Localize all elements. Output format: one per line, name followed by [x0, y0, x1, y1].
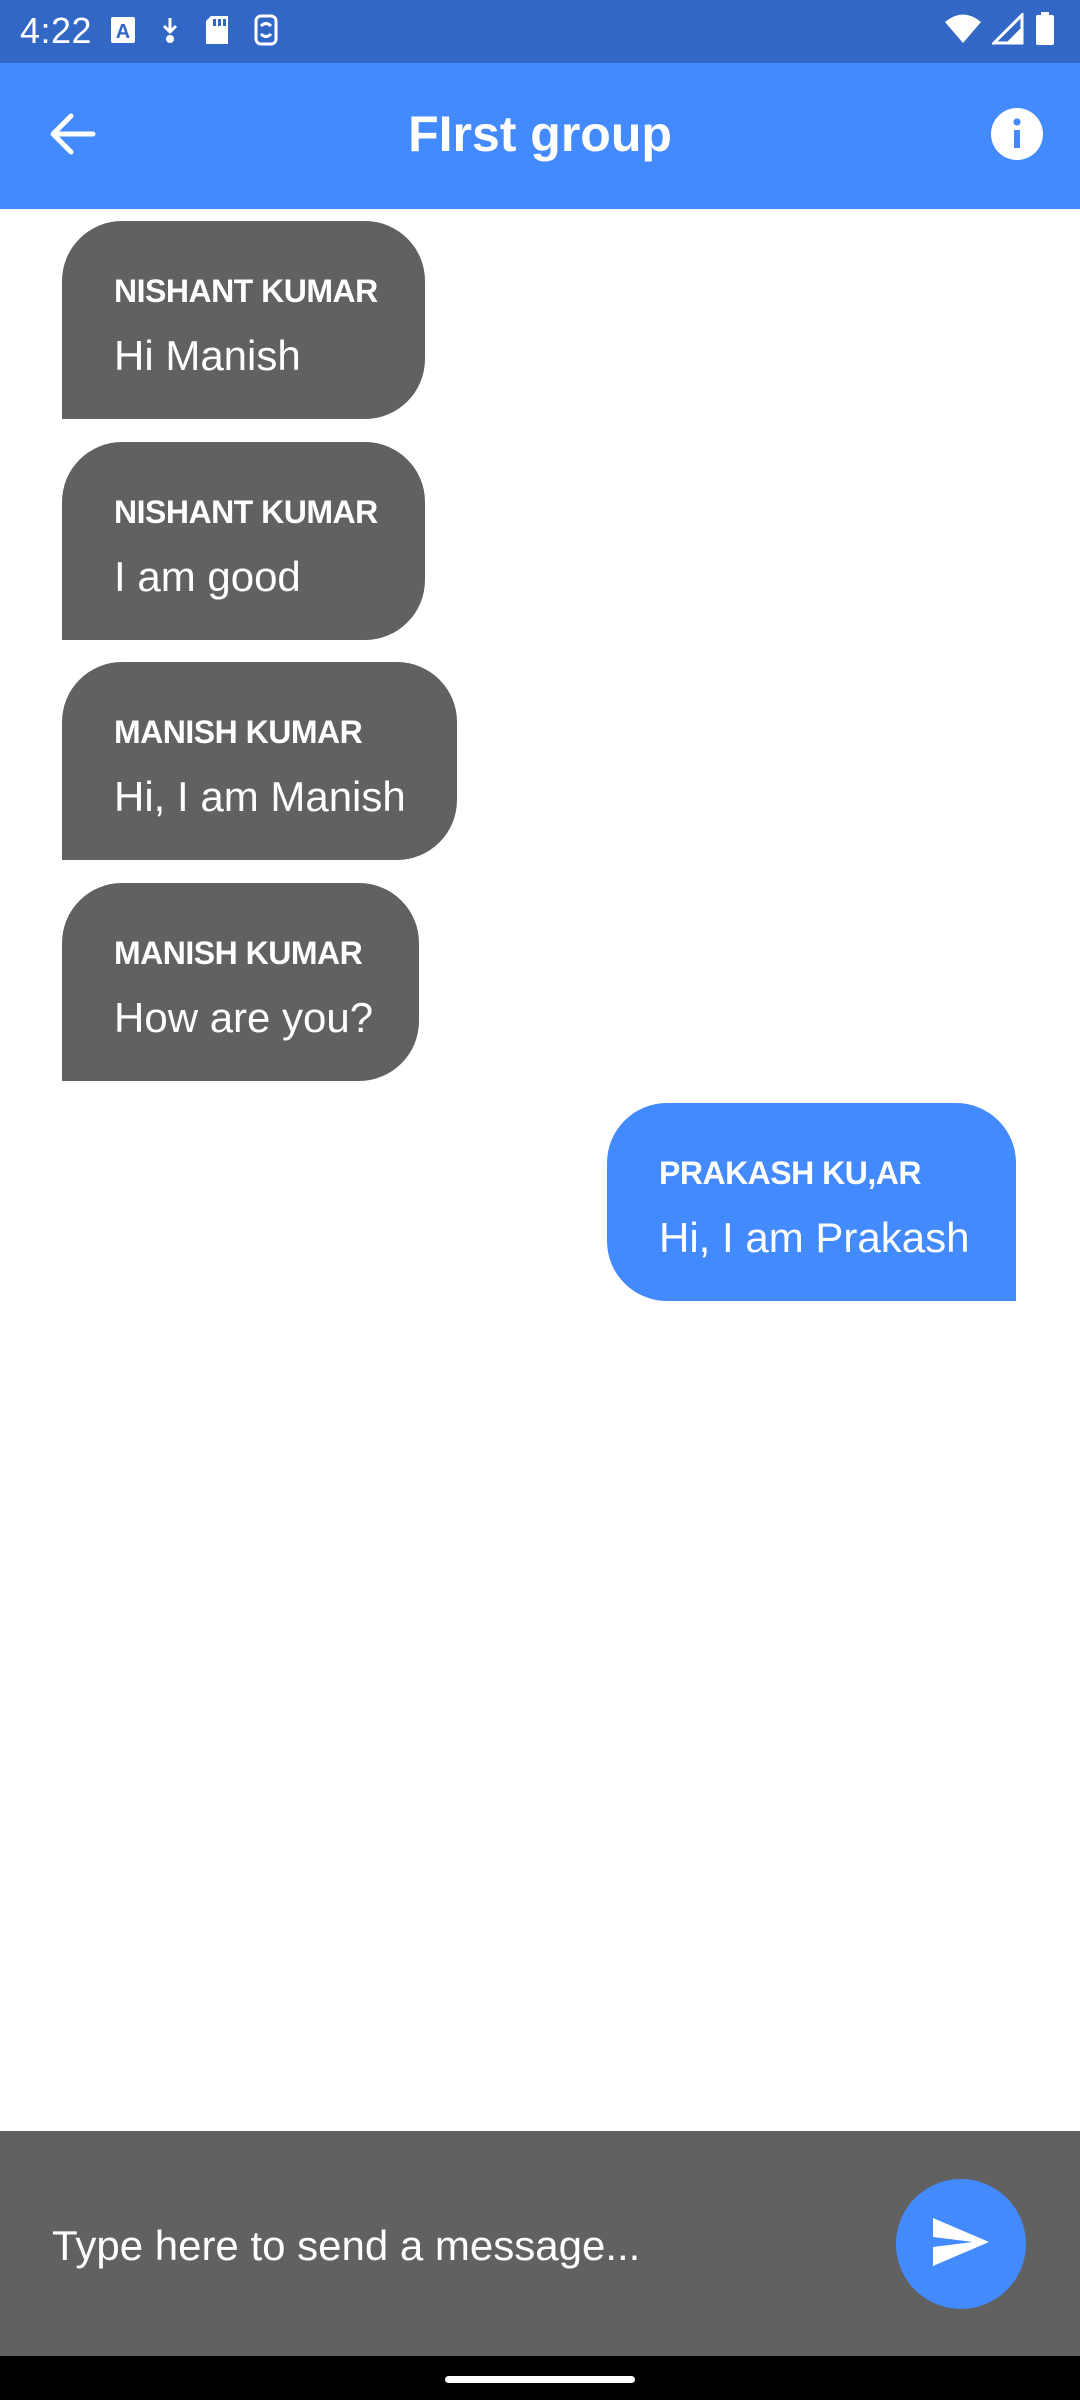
message-text: Hi Manish	[114, 332, 301, 379]
send-icon	[931, 2216, 991, 2273]
message-bubble[interactable]: MANISH KUMAR How are you?	[62, 883, 419, 1081]
sender-name: PRAKASH KU,AR	[659, 1155, 921, 1191]
arrow-back-icon	[49, 112, 97, 161]
sd-card-icon	[204, 14, 230, 46]
message-composer	[0, 2131, 1080, 2356]
wifi-icon	[944, 13, 982, 45]
message-input[interactable]	[40, 2201, 884, 2291]
page-title: FIrst group	[408, 106, 672, 162]
send-button[interactable]	[896, 2179, 1026, 2309]
signal-icon	[992, 13, 1024, 45]
message-bubble[interactable]: NISHANT KUMAR I am good	[62, 442, 425, 640]
message-bubble[interactable]: NISHANT KUMAR Hi Manish	[62, 221, 425, 419]
status-time: 4:22	[20, 10, 93, 51]
message-bubble-outgoing[interactable]: PRAKASH KU,AR Hi, I am Prakash	[607, 1103, 1016, 1301]
status-bar: 4:22 A	[0, 0, 1080, 63]
home-indicator[interactable]	[445, 2376, 635, 2383]
chat-screen: 4:22 A FIrst group NISHANT KUMAR Hi Mani…	[0, 0, 1080, 2400]
notification-icons: A	[110, 14, 280, 46]
back-button[interactable]	[30, 98, 116, 174]
system-icons	[944, 12, 1056, 46]
download-icon	[158, 15, 182, 45]
sender-name: NISHANT KUMAR	[114, 494, 378, 530]
info-button[interactable]	[984, 103, 1050, 169]
svg-text:A: A	[116, 21, 130, 43]
sender-name: MANISH KUMAR	[114, 714, 363, 750]
sender-name: NISHANT KUMAR	[114, 273, 378, 309]
message-text: I am good	[114, 553, 301, 600]
battery-icon	[1034, 12, 1056, 46]
info-icon	[990, 107, 1044, 166]
app-bar: FIrst group	[0, 63, 1080, 209]
message-text: Hi, I am Prakash	[659, 1214, 970, 1261]
message-text: Hi, I am Manish	[114, 773, 406, 820]
sync-icon	[252, 14, 280, 46]
navigation-bar	[0, 2356, 1080, 2400]
font-icon: A	[110, 15, 136, 45]
sender-name: MANISH KUMAR	[114, 935, 363, 971]
message-bubble[interactable]: MANISH KUMAR Hi, I am Manish	[62, 662, 457, 860]
message-text: How are you?	[114, 994, 374, 1041]
